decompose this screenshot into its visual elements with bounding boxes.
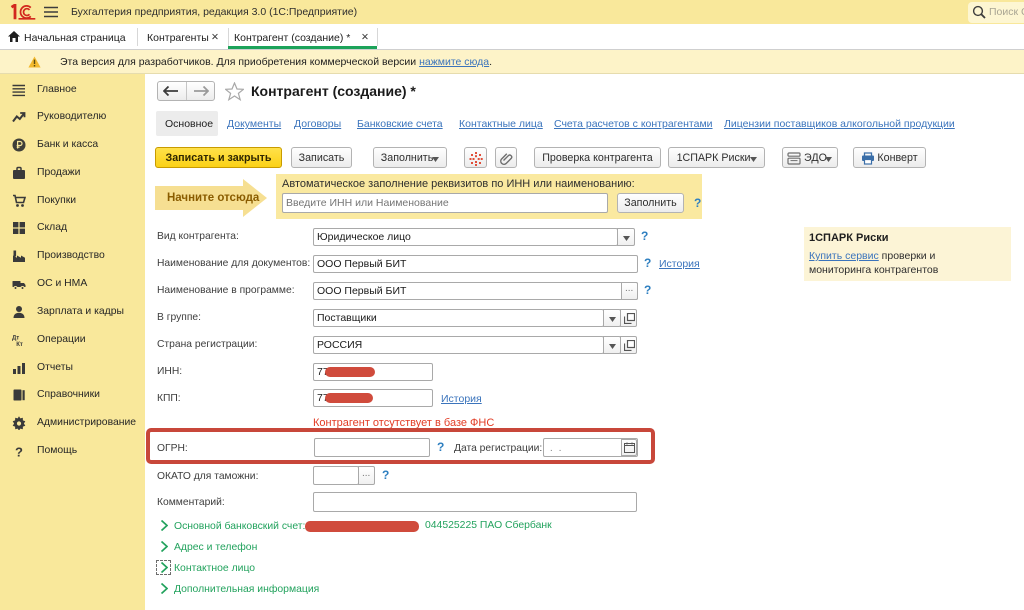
svg-text:?: ?: [15, 445, 23, 459]
svg-text:Кт: Кт: [16, 342, 23, 347]
svg-text:Дт: Дт: [12, 336, 19, 342]
